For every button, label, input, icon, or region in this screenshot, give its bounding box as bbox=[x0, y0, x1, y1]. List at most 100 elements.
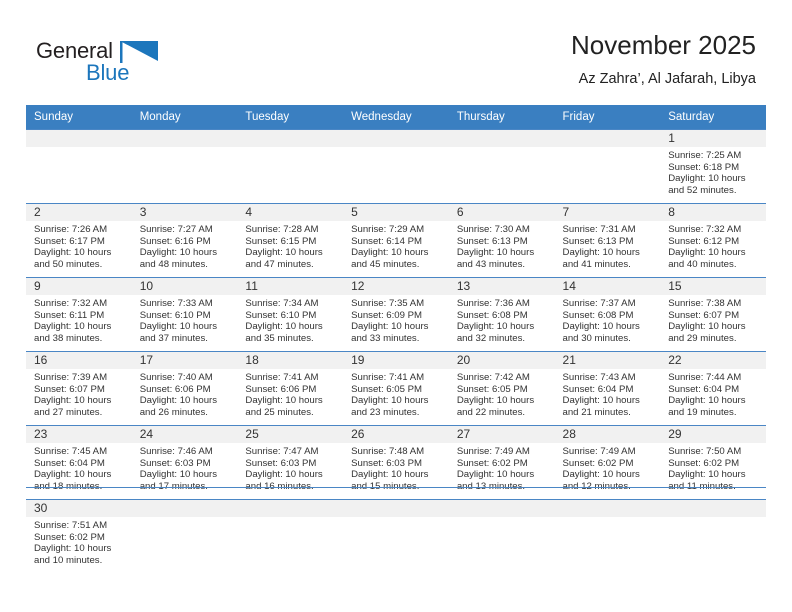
day-detail-daylight1: Daylight: 10 hours bbox=[34, 543, 112, 555]
day-number: 13 bbox=[448, 278, 555, 295]
calendar-day-cell[interactable]: 21 Sunrise: 7:43 AM Sunset: 6:04 PM Dayligh… bbox=[554, 351, 661, 426]
day-number: 29 bbox=[660, 426, 766, 443]
calendar-day-cell[interactable]: 10 Sunrise: 7:33 AM Sunset: 6:10 PM Dayligh… bbox=[131, 277, 238, 352]
day-detail-sunrise: Sunrise: 7:36 AM bbox=[456, 298, 530, 309]
day-details: Sunrise: 7:36 AM Sunset: 6:08 PM Daylight:… bbox=[449, 295, 555, 345]
calendar-week-row: 30 Sunrise: 7:51 AM Sunset: 6:02 PM Dayligh… bbox=[26, 499, 766, 573]
calendar-day-cell[interactable]: 22 Sunrise: 7:44 AM Sunset: 6:04 PM Dayligh… bbox=[660, 351, 766, 426]
day-detail-daylight2: and 43 minutes. bbox=[456, 259, 526, 271]
day-details: Sunrise: 7:25 AM Sunset: 6:18 PM Daylight:… bbox=[660, 147, 766, 197]
day-number: 26 bbox=[343, 426, 449, 443]
day-number: 22 bbox=[660, 352, 766, 369]
calendar-cell-inner: 4 Sunrise: 7:28 AM Sunset: 6:15 PM Daylight… bbox=[237, 204, 344, 277]
calendar-cell-empty bbox=[343, 499, 449, 573]
calendar-day-cell[interactable]: 18 Sunrise: 7:41 AM Sunset: 6:06 PM Dayligh… bbox=[237, 351, 344, 426]
day-detail-daylight1: Daylight: 10 hours bbox=[668, 247, 746, 259]
calendar-day-cell[interactable]: 7 Sunrise: 7:31 AM Sunset: 6:13 PM Daylight… bbox=[554, 203, 661, 278]
calendar-cell-inner: 5 Sunrise: 7:29 AM Sunset: 6:14 PM Daylight… bbox=[343, 204, 449, 277]
calendar-cell-inner: 8 Sunrise: 7:32 AM Sunset: 6:12 PM Daylight… bbox=[660, 204, 766, 277]
day-details: Sunrise: 7:39 AM Sunset: 6:07 PM Daylight:… bbox=[26, 369, 132, 419]
calendar-day-cell[interactable]: 26 Sunrise: 7:48 AM Sunset: 6:03 PM Dayligh… bbox=[343, 425, 449, 500]
day-detail-daylight1: Daylight: 10 hours bbox=[245, 247, 323, 259]
day-detail-daylight1: Daylight: 10 hours bbox=[668, 321, 746, 333]
calendar-day-cell[interactable]: 17 Sunrise: 7:40 AM Sunset: 6:06 PM Dayligh… bbox=[131, 351, 238, 426]
day-detail-sunset: Sunset: 6:10 PM bbox=[245, 309, 317, 321]
day-detail-daylight2: and 23 minutes. bbox=[351, 407, 420, 419]
calendar-day-cell[interactable]: 19 Sunrise: 7:41 AM Sunset: 6:05 PM Dayligh… bbox=[343, 351, 449, 426]
calendar-cell-inner: 2 Sunrise: 7:26 AM Sunset: 6:17 PM Daylight… bbox=[26, 204, 132, 277]
day-detail-sunset: Sunset: 6:18 PM bbox=[668, 161, 740, 173]
page-header: General Blue November 2025 Az Zahra’, Al… bbox=[0, 0, 792, 104]
day-detail-daylight1: Daylight: 10 hours bbox=[562, 469, 640, 481]
day-detail-sunrise: Sunrise: 7:43 AM bbox=[562, 372, 636, 383]
day-detail-daylight2: and 10 minutes. bbox=[34, 555, 103, 567]
calendar-day-cell[interactable]: 8 Sunrise: 7:32 AM Sunset: 6:12 PM Daylight… bbox=[660, 203, 766, 278]
day-detail-sunrise: Sunrise: 7:41 AM bbox=[351, 372, 425, 383]
day-detail-sunrise: Sunrise: 7:48 AM bbox=[351, 446, 425, 457]
calendar-day-cell[interactable]: 23 Sunrise: 7:45 AM Sunset: 6:04 PM Dayligh… bbox=[26, 425, 132, 500]
page-subtitle: Az Zahra’, Al Jafarah, Libya bbox=[578, 71, 756, 87]
calendar-day-cell[interactable]: 29 Sunrise: 7:50 AM Sunset: 6:02 PM Dayligh… bbox=[660, 425, 766, 500]
day-detail-sunrise: Sunrise: 7:32 AM bbox=[34, 298, 108, 309]
day-details: Sunrise: 7:40 AM Sunset: 6:06 PM Daylight:… bbox=[132, 369, 238, 419]
calendar-day-cell[interactable]: 15 Sunrise: 7:38 AM Sunset: 6:07 PM Dayligh… bbox=[660, 277, 766, 352]
calendar-cell-inner: 12 Sunrise: 7:35 AM Sunset: 6:09 PM Dayligh… bbox=[343, 278, 449, 351]
day-number: 8 bbox=[660, 204, 766, 221]
calendar-day-cell[interactable]: 2 Sunrise: 7:26 AM Sunset: 6:17 PM Daylight… bbox=[26, 203, 132, 278]
calendar-day-cell[interactable]: 28 Sunrise: 7:49 AM Sunset: 6:02 PM Dayligh… bbox=[554, 425, 661, 500]
day-detail-sunrise: Sunrise: 7:27 AM bbox=[139, 224, 213, 235]
day-detail-sunset: Sunset: 6:13 PM bbox=[456, 235, 528, 247]
day-details: Sunrise: 7:32 AM Sunset: 6:11 PM Daylight:… bbox=[26, 295, 132, 345]
day-details: Sunrise: 7:29 AM Sunset: 6:14 PM Daylight:… bbox=[343, 221, 449, 271]
weekday-header-saturday: Saturday bbox=[660, 105, 766, 130]
calendar-day-cell[interactable]: 6 Sunrise: 7:30 AM Sunset: 6:13 PM Daylight… bbox=[448, 203, 555, 278]
day-detail-daylight2: and 32 minutes. bbox=[456, 333, 526, 345]
day-detail-daylight1: Daylight: 10 hours bbox=[668, 469, 746, 481]
day-detail-daylight1: Daylight: 10 hours bbox=[245, 395, 323, 407]
day-detail-daylight2: and 21 minutes. bbox=[562, 407, 631, 419]
day-detail-daylight2: and 41 minutes. bbox=[562, 259, 631, 271]
day-detail-daylight1: Daylight: 10 hours bbox=[139, 395, 218, 407]
day-detail-daylight1: Daylight: 10 hours bbox=[562, 395, 640, 407]
day-detail-daylight2: and 40 minutes. bbox=[668, 259, 737, 271]
day-details: Sunrise: 7:38 AM Sunset: 6:07 PM Daylight:… bbox=[660, 295, 766, 345]
day-detail-daylight1: Daylight: 10 hours bbox=[351, 395, 429, 407]
calendar-day-cell[interactable]: 27 Sunrise: 7:49 AM Sunset: 6:02 PM Dayligh… bbox=[448, 425, 555, 500]
calendar-cell-inner: 24 Sunrise: 7:46 AM Sunset: 6:03 PM Dayligh… bbox=[131, 426, 238, 499]
day-detail-sunset: Sunset: 6:03 PM bbox=[139, 457, 211, 469]
day-number: 23 bbox=[26, 426, 132, 443]
day-details: Sunrise: 7:27 AM Sunset: 6:16 PM Daylight:… bbox=[132, 221, 238, 271]
calendar-day-cell[interactable]: 13 Sunrise: 7:36 AM Sunset: 6:08 PM Dayligh… bbox=[448, 277, 555, 352]
calendar-cell-inner: 11 Sunrise: 7:34 AM Sunset: 6:10 PM Dayligh… bbox=[237, 278, 344, 351]
calendar-day-cell[interactable]: 25 Sunrise: 7:47 AM Sunset: 6:03 PM Dayligh… bbox=[237, 425, 344, 500]
day-number-band bbox=[343, 130, 449, 147]
calendar-day-cell[interactable]: 3 Sunrise: 7:27 AM Sunset: 6:16 PM Daylight… bbox=[131, 203, 238, 278]
calendar-day-cell[interactable]: 24 Sunrise: 7:46 AM Sunset: 6:03 PM Dayligh… bbox=[131, 425, 238, 500]
calendar-cell-inner: 20 Sunrise: 7:42 AM Sunset: 6:05 PM Dayligh… bbox=[448, 352, 555, 425]
calendar-day-cell[interactable]: 4 Sunrise: 7:28 AM Sunset: 6:15 PM Daylight… bbox=[237, 203, 344, 278]
day-detail-sunset: Sunset: 6:06 PM bbox=[245, 383, 317, 395]
calendar-day-cell[interactable]: 1 Sunrise: 7:25 AM Sunset: 6:18 PM Daylight… bbox=[660, 129, 766, 204]
day-detail-sunset: Sunset: 6:08 PM bbox=[456, 309, 528, 321]
title-block: November 2025 Az Zahra’, Al Jafarah, Lib… bbox=[571, 28, 756, 90]
weekday-header-row: Sunday Monday Tuesday Wednesday Thursday… bbox=[26, 105, 766, 130]
calendar-cell-empty bbox=[660, 499, 766, 573]
calendar-day-cell[interactable]: 12 Sunrise: 7:35 AM Sunset: 6:09 PM Dayligh… bbox=[343, 277, 449, 352]
calendar-cell-inner-empty bbox=[237, 500, 344, 573]
day-detail-sunset: Sunset: 6:10 PM bbox=[139, 309, 211, 321]
day-details: Sunrise: 7:30 AM Sunset: 6:13 PM Daylight:… bbox=[449, 221, 555, 271]
calendar-day-cell[interactable]: 5 Sunrise: 7:29 AM Sunset: 6:14 PM Daylight… bbox=[343, 203, 449, 278]
calendar-cell-inner-blank bbox=[131, 130, 238, 203]
calendar-day-cell[interactable]: 14 Sunrise: 7:37 AM Sunset: 6:08 PM Dayligh… bbox=[554, 277, 661, 352]
calendar-day-cell[interactable]: 9 Sunrise: 7:32 AM Sunset: 6:11 PM Daylight… bbox=[26, 277, 132, 352]
day-details: Sunrise: 7:49 AM Sunset: 6:02 PM Daylight:… bbox=[555, 443, 661, 493]
day-detail-sunrise: Sunrise: 7:42 AM bbox=[456, 372, 530, 383]
day-detail-sunrise: Sunrise: 7:46 AM bbox=[139, 446, 213, 457]
calendar-day-cell[interactable]: 20 Sunrise: 7:42 AM Sunset: 6:05 PM Dayligh… bbox=[448, 351, 555, 426]
calendar-day-cell[interactable]: 11 Sunrise: 7:34 AM Sunset: 6:10 PM Dayligh… bbox=[237, 277, 344, 352]
calendar-bottom-rule bbox=[26, 487, 766, 488]
day-detail-daylight1: Daylight: 10 hours bbox=[245, 321, 323, 333]
calendar-day-cell[interactable]: 16 Sunrise: 7:39 AM Sunset: 6:07 PM Dayligh… bbox=[26, 351, 132, 426]
calendar-day-cell[interactable]: 30 Sunrise: 7:51 AM Sunset: 6:02 PM Dayligh… bbox=[26, 499, 132, 573]
day-detail-sunset: Sunset: 6:09 PM bbox=[351, 309, 423, 321]
